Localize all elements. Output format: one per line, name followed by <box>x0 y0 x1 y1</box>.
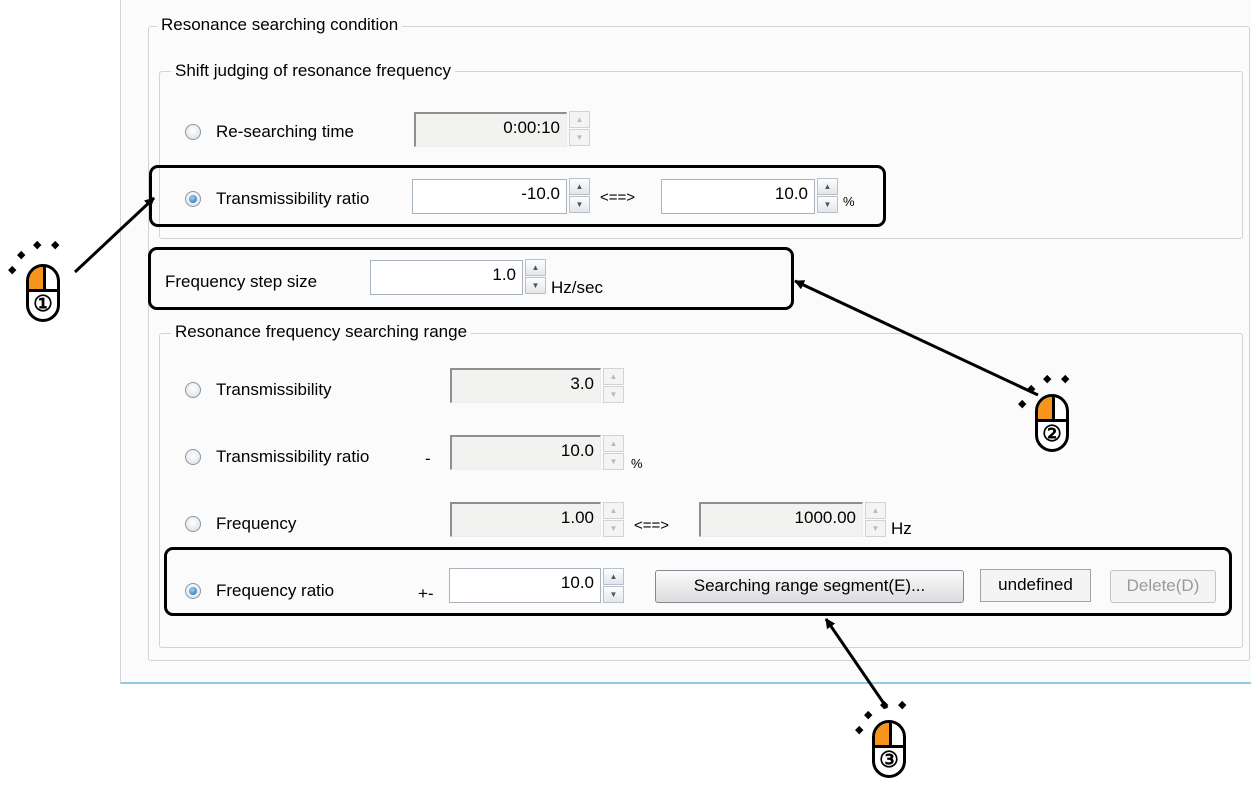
sparkle-icon: ◆ <box>864 709 873 721</box>
mouse-callout-1: ① <box>26 264 60 322</box>
mouse-callout-2: ② <box>1035 394 1069 452</box>
sparkle-icon: ◆ <box>898 699 907 711</box>
left-button-icon <box>875 723 892 745</box>
sparkle-icon: ◆ <box>1018 398 1027 410</box>
sparkle-icon: ◆ <box>8 264 17 276</box>
sparkle-icon: ◆ <box>17 249 26 261</box>
arrow-2 <box>794 279 1039 397</box>
sparkle-icon: ◆ <box>51 239 60 251</box>
left-button-icon <box>29 267 46 289</box>
sparkle-icon: ◆ <box>1027 383 1036 395</box>
sparkle-icon: ◆ <box>1061 373 1070 385</box>
callout-number-1: ① <box>33 291 53 316</box>
sparkle-icon: ◆ <box>33 239 42 251</box>
callout-arrows <box>73 196 1039 709</box>
sparkle-icon: ◆ <box>855 724 864 736</box>
mouse-callout-3: ③ <box>872 720 906 778</box>
sparkle-icon: ◆ <box>880 699 889 711</box>
left-button-icon <box>1038 397 1055 419</box>
callout-number-3: ③ <box>879 747 899 772</box>
arrow-3 <box>824 618 889 709</box>
callout-number-2: ② <box>1042 421 1062 446</box>
sparkle-icon: ◆ <box>1043 373 1052 385</box>
arrow-1 <box>73 196 156 274</box>
